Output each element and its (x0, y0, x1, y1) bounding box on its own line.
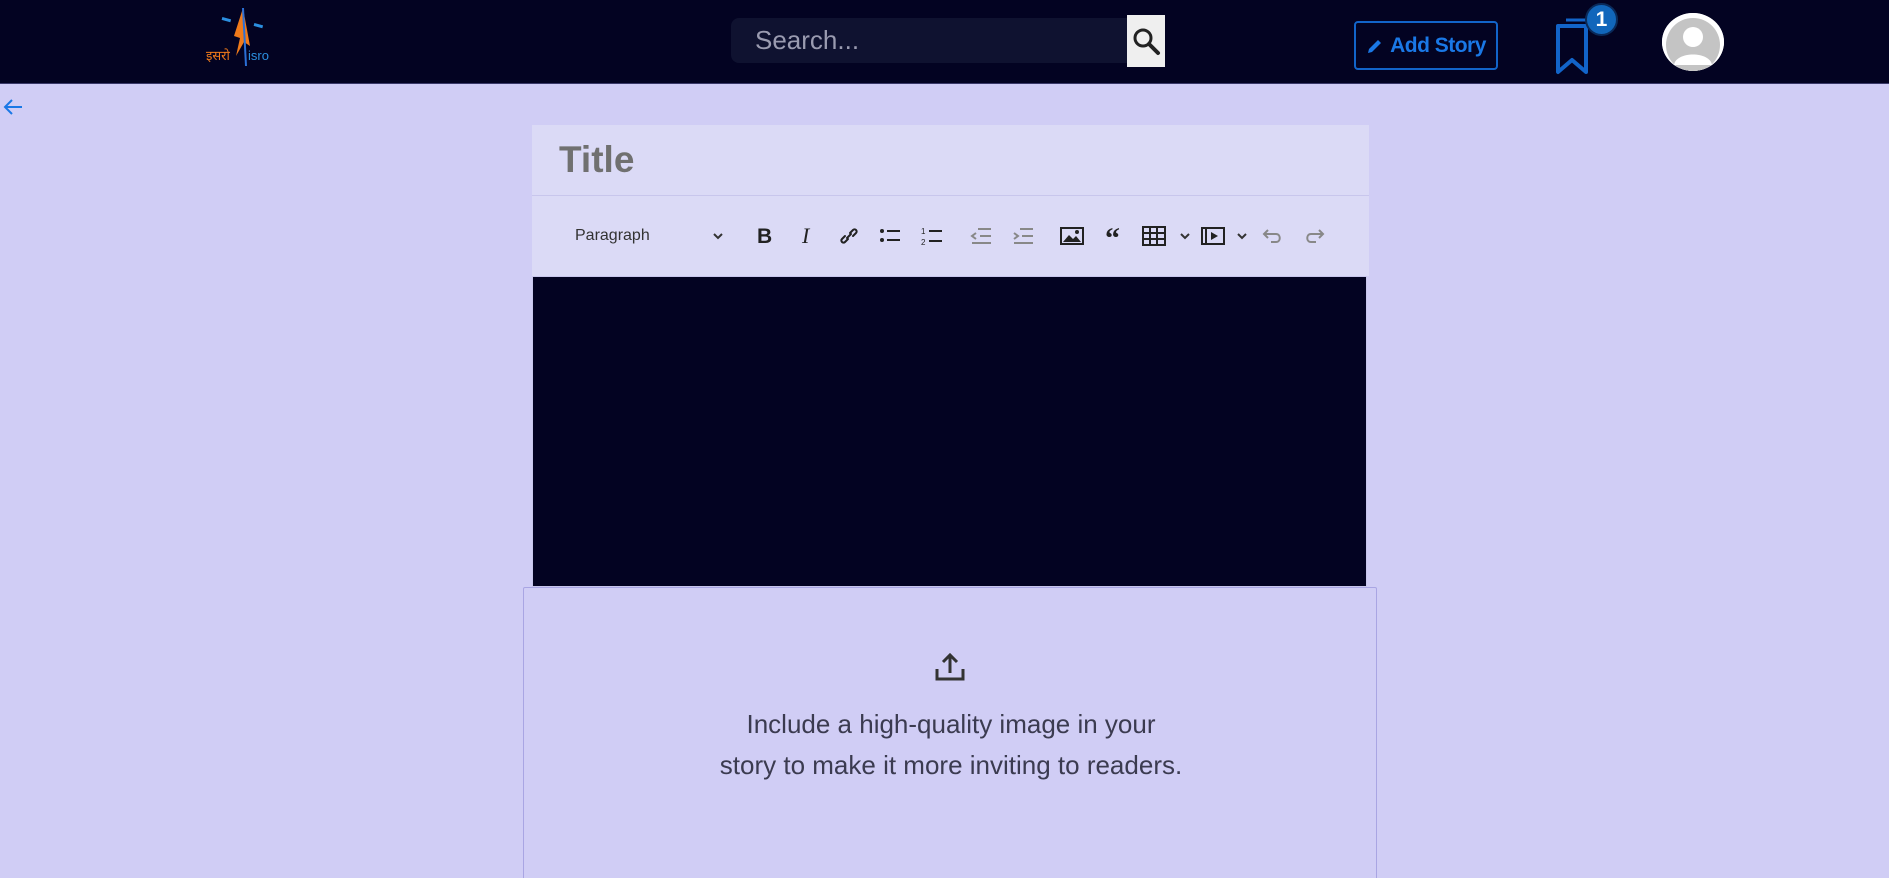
undo-button[interactable] (1258, 218, 1288, 254)
outdent-icon (970, 228, 991, 244)
insert-media-icon (1201, 227, 1225, 245)
svg-text:B: B (757, 225, 772, 247)
chevron-down-icon (1180, 233, 1190, 240)
search-button[interactable] (1127, 15, 1165, 67)
bold-button[interactable]: B (750, 218, 780, 254)
add-story-button[interactable]: Add Story (1354, 21, 1498, 70)
italic-icon: I (801, 225, 811, 247)
indent-button[interactable] (1008, 218, 1038, 254)
block-quote-icon: “ (1105, 226, 1120, 246)
svg-text:1: 1 (921, 227, 926, 236)
logo-hindi-text: इसरो (206, 48, 230, 64)
block-format-label: Paragraph (575, 227, 650, 244)
numbered-list-icon: 12 (921, 227, 942, 247)
title-field-container (532, 125, 1369, 195)
image-upload-dropzone[interactable]: Include a high-quality image in your sto… (523, 587, 1377, 878)
chevron-down-icon (1237, 233, 1247, 240)
link-icon (840, 228, 858, 244)
italic-button[interactable]: I (793, 218, 823, 254)
block-format-dropdown[interactable]: Paragraph (575, 218, 725, 254)
arrow-left-icon (3, 99, 22, 115)
user-avatar[interactable] (1662, 13, 1724, 71)
editor-content-area[interactable] (532, 276, 1367, 587)
svg-text:isro: isro (248, 48, 269, 63)
redo-icon (1306, 229, 1325, 243)
bold-icon: B (757, 225, 772, 247)
svg-text:I: I (801, 225, 811, 247)
chevron-down-icon (713, 233, 723, 240)
numbered-list-button[interactable]: 12 (917, 218, 947, 254)
bulleted-list-icon (880, 229, 900, 242)
top-navbar: इसरो isro Add Story 1 (0, 0, 1889, 84)
bookmark-count-badge: 1 (1585, 3, 1618, 36)
insert-table-button[interactable] (1142, 218, 1192, 254)
insert-media-button[interactable] (1201, 218, 1249, 254)
back-button[interactable] (2, 97, 24, 117)
search-input[interactable] (731, 18, 1127, 63)
redo-button[interactable] (1299, 218, 1329, 254)
indent-icon (1013, 228, 1033, 244)
avatar-icon (1662, 13, 1724, 71)
upload-hint-text: Include a high-quality image in your sto… (719, 709, 1183, 780)
upload-icon (935, 652, 965, 681)
search-bar (731, 15, 1165, 67)
insert-image-icon (1060, 227, 1084, 245)
link-button[interactable] (834, 218, 864, 254)
svg-text:“: “ (1105, 226, 1120, 246)
outdent-button[interactable] (966, 218, 996, 254)
insert-image-button[interactable] (1057, 218, 1087, 254)
add-story-label: Add Story (1390, 33, 1486, 57)
block-quote-button[interactable]: “ (1101, 218, 1131, 254)
isro-logo[interactable]: इसरो isro (206, 6, 284, 70)
story-title-input[interactable] (532, 125, 1369, 195)
search-icon (1133, 28, 1160, 55)
svg-text:2: 2 (921, 238, 926, 247)
undo-icon (1262, 229, 1281, 243)
bulleted-list-button[interactable] (875, 218, 905, 254)
insert-table-icon (1142, 226, 1166, 246)
editor-toolbar: Paragraph B I 12 “ (532, 195, 1369, 276)
pencil-icon (1368, 39, 1382, 53)
